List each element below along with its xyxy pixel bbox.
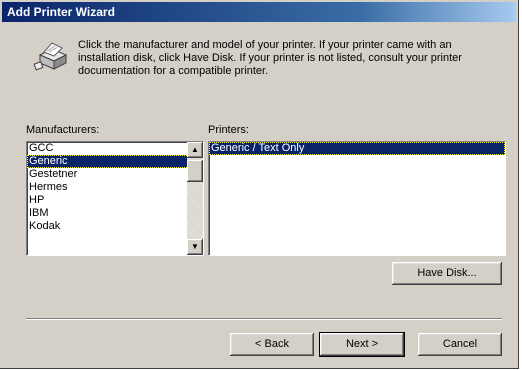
back-button[interactable]: < Back xyxy=(230,333,314,356)
manufacturer-list-item[interactable]: HP xyxy=(27,194,203,207)
printer-icon xyxy=(33,42,68,71)
manufacturers-label: Manufacturers: xyxy=(26,124,100,136)
add-printer-wizard-window: Add Printer Wizard Click the manufacture… xyxy=(0,0,519,369)
manufacturer-list-item[interactable]: Kodak xyxy=(27,220,203,233)
title-bar[interactable]: Add Printer Wizard xyxy=(2,2,516,22)
manufacturer-list-item[interactable]: Gestetner xyxy=(27,168,203,181)
manufacturer-list-item[interactable]: GCC xyxy=(27,142,203,155)
printers-listbox[interactable]: Generic / Text Only xyxy=(208,141,506,256)
have-disk-button[interactable]: Have Disk... xyxy=(392,262,502,285)
header-panel: Click the manufacturer and model of your… xyxy=(12,27,504,107)
separator-highlight xyxy=(26,319,502,320)
manufacturer-list-item[interactable]: Hermes xyxy=(27,181,203,194)
manufacturers-scrollbar[interactable]: ▲ ▼ xyxy=(187,142,203,255)
instruction-text: Click the manufacturer and model of your… xyxy=(78,39,462,77)
printers-label: Printers: xyxy=(208,124,249,136)
scroll-up-button[interactable]: ▲ xyxy=(187,142,203,158)
next-button[interactable]: Next > xyxy=(319,332,405,357)
scroll-down-button[interactable]: ▼ xyxy=(187,239,203,255)
printer-list-item[interactable]: Generic / Text Only xyxy=(209,142,505,155)
cancel-button[interactable]: Cancel xyxy=(418,333,502,356)
manufacturers-list: GCC Generic Gestetner Hermes HP IBM Kodak xyxy=(27,142,203,233)
printers-list: Generic / Text Only xyxy=(209,142,505,155)
scroll-thumb[interactable] xyxy=(187,160,203,182)
window-title: Add Printer Wizard xyxy=(7,5,115,19)
manufacturers-listbox[interactable]: GCC Generic Gestetner Hermes HP IBM Kodak ▲ ▼ xyxy=(26,141,204,256)
manufacturer-list-item[interactable]: IBM xyxy=(27,207,203,220)
manufacturer-list-item[interactable]: Generic xyxy=(27,155,203,168)
